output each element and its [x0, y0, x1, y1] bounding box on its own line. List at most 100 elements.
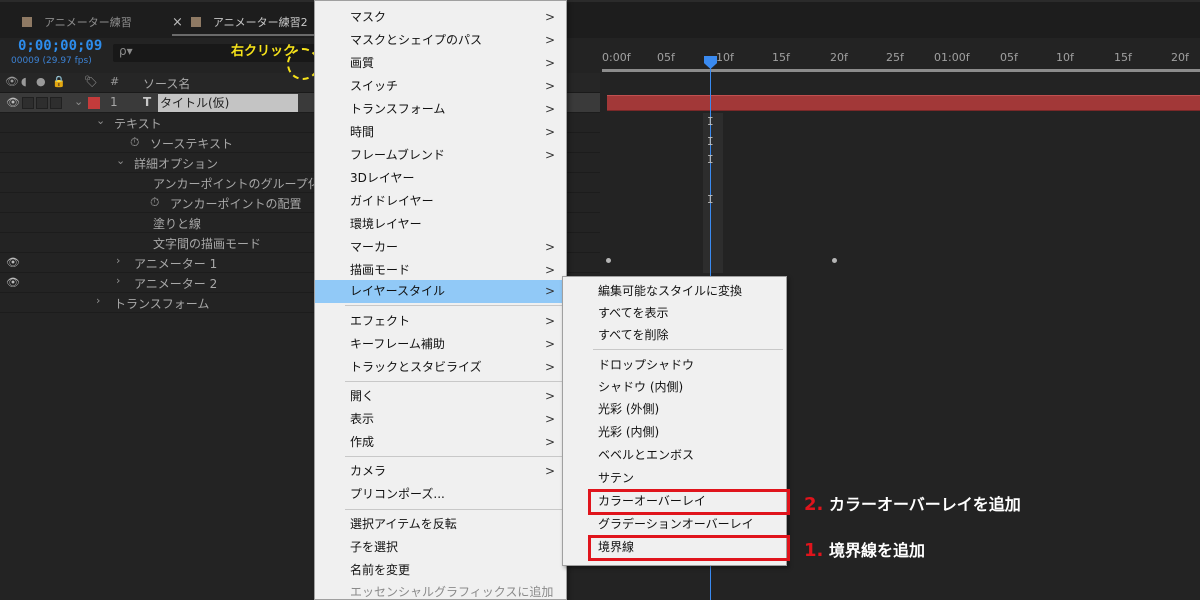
menu-item-frame-blending[interactable]: フレームブレンド > [315, 144, 566, 167]
menu-item-label: ドロップシャドウ [598, 358, 695, 372]
submenu-arrow-icon: > [544, 79, 555, 93]
submenu-arrow-icon: > [544, 464, 555, 478]
current-time-display[interactable]: 0;00;00;09 [18, 38, 102, 54]
lock-icon[interactable]: 🔒 [52, 75, 66, 88]
submenu-item-show-all[interactable]: すべてを表示 [563, 302, 786, 324]
tab-composition-1[interactable]: アニメーター練習 [22, 12, 132, 32]
menu-item-track-stabilize[interactable]: トラックとスタビライズ > [315, 356, 566, 379]
menu-item-select-children[interactable]: 子を選択 [315, 536, 566, 559]
annotation-step-number: 2. [804, 494, 824, 515]
submenu-arrow-icon: > [544, 263, 555, 277]
property-label: 文字間の描画モード [153, 237, 262, 251]
menu-item-blending-mode[interactable]: 描画モード > [315, 259, 566, 282]
highlight-box-stroke [588, 535, 790, 561]
layer-label-color[interactable] [88, 97, 100, 109]
audio-switch[interactable] [22, 97, 34, 109]
keyframe-marker[interactable]: I [707, 135, 714, 148]
menu-item-label: 描画モード [350, 263, 411, 277]
menu-item-markers[interactable]: マーカー > [315, 236, 566, 259]
submenu-arrow-icon: > [544, 148, 555, 162]
keyframe-marker[interactable]: I [707, 193, 714, 206]
time-tick-label: 15f [772, 51, 790, 64]
menu-item-create[interactable]: 作成 > [315, 431, 566, 454]
solo-icon[interactable]: ● [36, 75, 46, 88]
submenu-arrow-icon: > [544, 284, 555, 298]
chevron-down-icon[interactable]: ⌄ [96, 114, 105, 127]
menu-item-guide-layer[interactable]: ガイドレイヤー [315, 190, 566, 213]
chevron-right-icon[interactable]: › [116, 254, 120, 267]
menu-item-open[interactable]: 開く > [315, 385, 566, 408]
submenu-item-inner-shadow[interactable]: シャドウ (内側) [563, 376, 786, 398]
layer-name[interactable]: タイトル(仮) [158, 94, 298, 112]
annotation-step-text: 境界線を追加 [828, 541, 925, 560]
menu-item-environment-layer[interactable]: 環境レイヤー [315, 213, 566, 236]
menu-item-label: グラデーションオーバーレイ [598, 517, 754, 531]
menu-item-invert-selection[interactable]: 選択アイテムを反転 [315, 513, 566, 536]
chevron-right-icon[interactable]: › [96, 294, 100, 307]
menu-item-3d-layer[interactable]: 3Dレイヤー [315, 167, 566, 190]
property-label: 塗りと線 [153, 217, 202, 231]
submenu-item-remove-all[interactable]: すべてを削除 [563, 324, 786, 346]
submenu-item-satin[interactable]: サテン [563, 467, 786, 489]
menu-item-effect[interactable]: エフェクト > [315, 310, 566, 333]
submenu-item-convert-to-editable[interactable]: 編集可能なスタイルに変換 [563, 280, 786, 302]
animator-keyframe-dot[interactable] [832, 258, 837, 263]
menu-item-mask[interactable]: マスク > [315, 6, 566, 29]
menu-item-label: 3Dレイヤー [350, 171, 415, 185]
label-tag-icon[interactable]: 🏷 [84, 75, 98, 88]
tab-composition-2[interactable]: × アニメーター練習2 [172, 12, 308, 32]
submenu-item-gradient-overlay[interactable]: グラデーションオーバーレイ [563, 513, 786, 535]
menu-item-label: ベベルとエンボス [598, 448, 695, 462]
menu-item-switches[interactable]: スイッチ > [315, 75, 566, 98]
source-name-header[interactable]: ソース名 [143, 75, 190, 92]
menu-item-label: 選択アイテムを反転 [350, 517, 457, 531]
eye-icon[interactable]: 👁 [6, 256, 20, 269]
annotation-step-1: 1. 境界線を追加 [804, 537, 925, 561]
menu-item-label: 編集可能なスタイルに変換 [598, 284, 743, 298]
keyframe-marker[interactable]: I [707, 115, 714, 128]
stopwatch-icon[interactable]: ⏱ [150, 195, 159, 210]
chevron-down-icon[interactable]: ⌄ [116, 154, 125, 167]
submenu-item-outer-glow[interactable]: 光彩 (外側) [563, 398, 786, 420]
menu-item-keyframe-assistant[interactable]: キーフレーム補助 > [315, 333, 566, 356]
layer-duration-bar[interactable] [607, 95, 1200, 111]
stopwatch-icon[interactable]: ⏱ [130, 135, 139, 150]
right-click-annotation: 右クリック [231, 44, 297, 59]
animator-keyframe-dot[interactable] [606, 258, 611, 263]
submenu-item-bevel-emboss[interactable]: ベベルとエンボス [563, 444, 786, 466]
menu-item-time[interactable]: 時間 > [315, 121, 566, 144]
menu-item-camera[interactable]: カメラ > [315, 460, 566, 483]
chevron-right-icon[interactable]: › [116, 274, 120, 287]
menu-item-rename[interactable]: 名前を変更 [315, 559, 566, 582]
work-area-bar[interactable] [602, 69, 1200, 72]
menu-item-quality[interactable]: 画質 > [315, 52, 566, 75]
menu-item-precompose[interactable]: プリコンポーズ... [315, 483, 566, 506]
time-tick-label: 01:00f [934, 51, 970, 64]
annotation-step-number: 1. [804, 540, 824, 561]
time-tick-label: 10f [716, 51, 734, 64]
menu-item-label: 表示 [350, 412, 375, 426]
menu-item-label: カメラ [350, 464, 387, 478]
menu-item-label: ガイドレイヤー [350, 194, 434, 208]
close-icon[interactable]: × [172, 15, 183, 30]
solo-switch[interactable] [36, 97, 48, 109]
eye-icon[interactable]: 👁 [6, 96, 20, 109]
submenu-arrow-icon: > [544, 314, 555, 328]
highlight-box-color-overlay [588, 489, 790, 515]
menu-item-reveal[interactable]: 表示 > [315, 408, 566, 431]
submenu-arrow-icon: > [544, 56, 555, 70]
speaker-icon[interactable]: ◖ [21, 75, 27, 88]
menu-item-transform[interactable]: トランスフォーム > [315, 98, 566, 121]
submenu-item-inner-glow[interactable]: 光彩 (内側) [563, 421, 786, 443]
chevron-down-icon[interactable]: ⌄ [74, 95, 83, 108]
eye-icon[interactable]: 👁 [6, 276, 20, 289]
submenu-arrow-icon: > [544, 102, 555, 116]
menu-item-layer-styles[interactable]: レイヤースタイル > [315, 280, 566, 303]
time-tick-label: 15f [1114, 51, 1132, 64]
property-label: テキスト [114, 117, 162, 131]
lock-switch[interactable] [50, 97, 62, 109]
submenu-item-drop-shadow[interactable]: ドロップシャドウ [563, 354, 786, 376]
menu-item-mask-shape-path[interactable]: マスクとシェイプのパス > [315, 29, 566, 52]
eye-icon[interactable]: 👁 [5, 75, 19, 88]
keyframe-marker[interactable]: I [707, 153, 714, 166]
